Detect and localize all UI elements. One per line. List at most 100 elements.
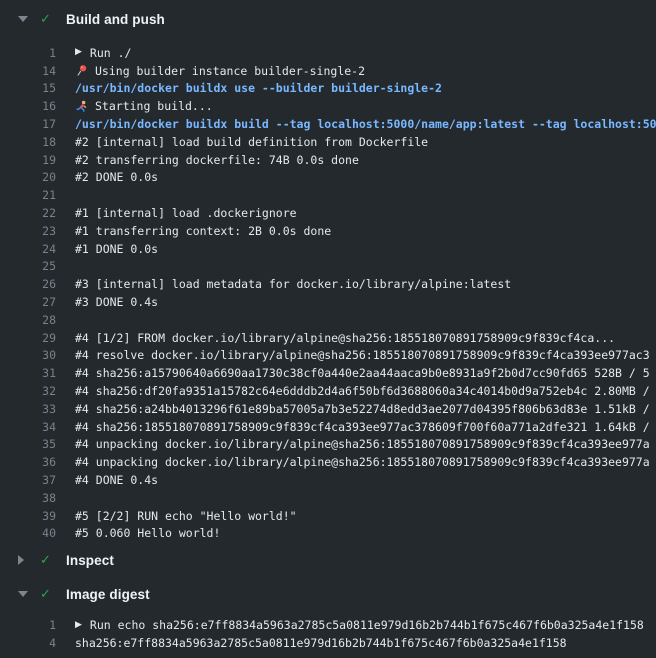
line-number[interactable]: 36	[0, 455, 56, 469]
log-line: 40 #5 0.060 Hello world!	[0, 525, 656, 543]
log-line: 22#1 [internal] load .dockerignore	[0, 204, 656, 222]
log-line: 18 #2 [internal] load build definition fr…	[0, 133, 656, 151]
section-header-inspect[interactable]: ✓ Inspect	[0, 551, 656, 569]
log-line: 28	[0, 311, 656, 329]
log-lines-image-digest: 1 ▶ Run echo sha256:e7ff8834a5963a2785c5a0…	[0, 616, 656, 652]
line-text: #2 DONE 0.0s	[75, 170, 158, 184]
line-content: #4 unpacking docker.io/library/alpine@sh…	[75, 455, 656, 469]
section-title: Inspect	[66, 553, 114, 568]
expand-arrow-icon[interactable]: ▶	[75, 48, 82, 57]
line-number[interactable]: 18	[0, 135, 56, 149]
line-content: #4 sha256:a15790640a6690aa1730c38cf0a440…	[75, 366, 656, 380]
line-content: #5 [2/2] RUN echo "Hello world!"	[75, 509, 656, 523]
log-line: 32 #4 sha256:df20fa9351a15782c64e6dddb2d4…	[0, 382, 656, 400]
line-text: #4 unpacking docker.io/library/alpine@sh…	[75, 437, 650, 451]
line-number[interactable]: 21	[0, 188, 56, 202]
line-number[interactable]: 38	[0, 491, 56, 505]
line-text: Run ./	[90, 46, 132, 60]
line-text: /usr/bin/docker buildx use --builder bui…	[75, 81, 442, 95]
line-number[interactable]: 23	[0, 224, 56, 238]
line-number[interactable]: 17	[0, 117, 56, 131]
line-text: #2 [internal] load build definition from…	[75, 135, 428, 149]
line-text: #1 transferring context: 2B 0.0s done	[75, 224, 331, 238]
line-number[interactable]: 1	[0, 618, 56, 632]
line-number[interactable]: 26	[0, 277, 56, 291]
line-number[interactable]: 4	[0, 636, 56, 650]
line-content: #4 sha256:185518070891758909c9f839cf4ca3…	[75, 420, 656, 434]
check-icon: ✓	[40, 588, 53, 601]
line-number[interactable]: 1	[0, 46, 56, 60]
line-number[interactable]: 37	[0, 473, 56, 487]
line-content: #2 [internal] load build definition from…	[75, 135, 656, 149]
line-text: #2 transferring dockerfile: 74B 0.0s don…	[75, 153, 359, 167]
line-number[interactable]: 29	[0, 331, 56, 345]
line-content: #1 DONE 0.0s	[75, 242, 656, 256]
line-text: #5 [2/2] RUN echo "Hello world!"	[75, 509, 297, 523]
line-number[interactable]: 30	[0, 348, 56, 362]
line-number[interactable]: 34	[0, 420, 56, 434]
line-content: #5 0.060 Hello world!	[75, 526, 656, 540]
line-content: ▶ Run echo sha256:e7ff8834a5963a2785c5a08…	[75, 618, 656, 632]
log-line: 25	[0, 258, 656, 276]
line-number[interactable]: 35	[0, 437, 56, 451]
chevron-down-icon[interactable]	[18, 16, 28, 22]
check-icon: ✓	[40, 554, 53, 567]
log-lines-build-and-push: 1 ▶ Run ./ 14 Using builder instance builder…	[0, 44, 656, 542]
line-content: /usr/bin/docker buildx use --builder bui…	[75, 81, 656, 95]
line-content: #4 [1/2] FROM docker.io/library/alpine@s…	[75, 331, 656, 345]
line-text: #4 sha256:a15790640a6690aa1730c38cf0a440…	[75, 366, 650, 380]
section-image-digest: ✓ Image digest 1 ▶ Run echo sha256:e7ff8834a…	[0, 585, 656, 652]
workflow-log-panel[interactable]: ✓Build and push1▶Run ./14Using builder i…	[0, 0, 656, 658]
line-number[interactable]: 25	[0, 259, 56, 273]
line-text: #4 sha256:df20fa9351a15782c64e6dddb2d4a6…	[75, 384, 650, 398]
log-line: 37#4 DONE 0.4s	[0, 471, 656, 489]
line-number[interactable]: 20	[0, 170, 56, 184]
log-line: 1 ▶ Run echo sha256:e7ff8834a5963a2785c5a0…	[0, 616, 656, 634]
log-line: 33 #4 sha256:a24bb4013296f61e89ba57005a7b…	[0, 400, 656, 418]
expand-arrow-icon[interactable]: ▶	[75, 621, 82, 630]
line-number[interactable]: 24	[0, 242, 56, 256]
line-text: #4 sha256:a24bb4013296f61e89ba57005a7b3e…	[75, 402, 650, 416]
line-number[interactable]: 28	[0, 313, 56, 327]
line-content: #3 [internal] load metadata for docker.i…	[75, 277, 656, 291]
log-line: 1 ▶ Run ./	[0, 44, 656, 62]
line-number[interactable]: 22	[0, 206, 56, 220]
chevron-down-icon[interactable]	[18, 591, 28, 597]
line-number[interactable]: 19	[0, 153, 56, 167]
section-title: Build and push	[66, 12, 165, 27]
line-number[interactable]: 40	[0, 526, 56, 540]
log-line: 38	[0, 489, 656, 507]
line-number[interactable]: 31	[0, 366, 56, 380]
line-text: Run echo sha256:e7ff8834a5963a2785c5a081…	[90, 618, 644, 632]
line-number[interactable]: 32	[0, 384, 56, 398]
line-content: #4 resolve docker.io/library/alpine@sha2…	[75, 348, 656, 362]
section-header-build-and-push[interactable]: ✓ Build and push	[0, 10, 656, 28]
line-number[interactable]: 33	[0, 402, 56, 416]
log-line: 34 #4 sha256:185518070891758909c9f839cf4c…	[0, 418, 656, 436]
section-title: Image digest	[66, 587, 150, 602]
line-text: Using builder instance builder-single-2	[95, 64, 365, 78]
line-text: #4 unpacking docker.io/library/alpine@sh…	[75, 455, 650, 469]
log-line: 31 #4 sha256:a15790640a6690aa1730c38cf0a4…	[0, 364, 656, 382]
section-header-image-digest[interactable]: ✓ Image digest	[0, 585, 656, 603]
line-content: Using builder instance builder-single-2	[75, 64, 656, 78]
line-number[interactable]: 15	[0, 81, 56, 95]
line-text: sha256:e7ff8834a5963a2785c5a0811e979d16b…	[75, 636, 567, 650]
line-text: #5 0.060 Hello world!	[75, 526, 220, 540]
chevron-right-icon[interactable]	[18, 555, 28, 565]
section-inspect: ✓ Inspect	[0, 551, 656, 569]
line-number[interactable]: 39	[0, 509, 56, 523]
line-number[interactable]: 27	[0, 295, 56, 309]
log-line: 27#3 DONE 0.4s	[0, 293, 656, 311]
line-number[interactable]: 16	[0, 99, 56, 113]
toggle-triangle	[18, 555, 24, 565]
line-content: #2 DONE 0.0s	[75, 170, 656, 184]
line-content: #4 unpacking docker.io/library/alpine@sh…	[75, 437, 656, 451]
log-line: 23 #1 transferring context: 2B 0.0s done	[0, 222, 656, 240]
line-number[interactable]: 14	[0, 64, 56, 78]
check-icon: ✓	[40, 13, 53, 26]
line-text: #4 [1/2] FROM docker.io/library/alpine@s…	[75, 331, 615, 345]
line-content: /usr/bin/docker buildx build --tag local…	[75, 117, 656, 131]
line-content: #4 sha256:a24bb4013296f61e89ba57005a7b3e…	[75, 402, 656, 416]
line-text: #3 [internal] load metadata for docker.i…	[75, 277, 511, 291]
